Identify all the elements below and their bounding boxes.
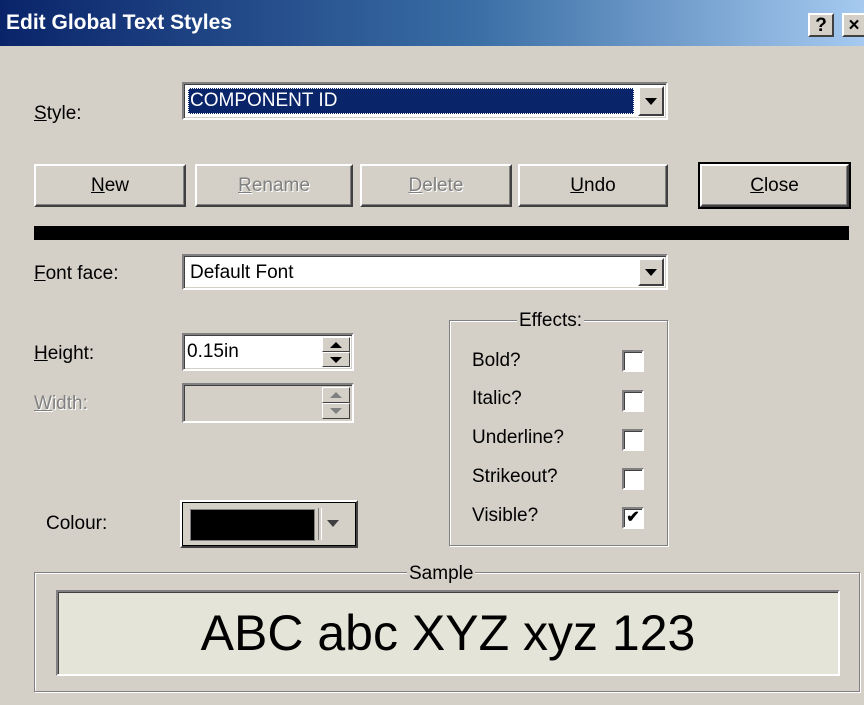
italic-checkbox[interactable]	[622, 390, 644, 412]
undo-button[interactable]: Undo	[518, 164, 668, 207]
style-dropdown-button[interactable]	[638, 86, 664, 116]
height-up-button[interactable]	[322, 337, 350, 352]
width-label: Width:	[34, 393, 88, 414]
arrow-up-icon	[330, 392, 342, 398]
italic-label: Italic?	[472, 388, 522, 409]
rename-button[interactable]: Rename	[195, 164, 353, 207]
window-close-button[interactable]: ×	[842, 13, 864, 37]
style-select-value: COMPONENT ID	[188, 88, 634, 114]
chevron-down-icon	[645, 97, 657, 105]
close-icon: ×	[848, 14, 860, 36]
height-spinner[interactable]	[322, 337, 350, 367]
height-label: Height:	[34, 343, 95, 364]
width-spinner[interactable]	[322, 387, 350, 419]
sample-title: Sample	[407, 563, 476, 585]
arrow-down-icon	[330, 408, 342, 414]
colour-swatch	[190, 509, 315, 541]
colour-divider	[318, 508, 322, 540]
separator-bar	[34, 226, 849, 240]
chevron-down-icon	[645, 268, 657, 276]
delete-button[interactable]: Delete	[360, 164, 512, 207]
font-face-value: Default Font	[190, 262, 294, 283]
bold-checkbox[interactable]	[622, 350, 644, 372]
font-face-select[interactable]: Default Font	[182, 254, 668, 290]
help-icon: ?	[815, 14, 827, 36]
underline-label: Underline?	[472, 427, 564, 448]
help-button[interactable]: ?	[808, 13, 834, 37]
new-button[interactable]: New	[34, 164, 186, 207]
height-input[interactable]: 0.15in	[182, 333, 354, 371]
width-down-button[interactable]	[322, 403, 350, 419]
height-down-button[interactable]	[322, 352, 350, 367]
close-button[interactable]: Close	[698, 162, 851, 209]
sample-text: ABC abc XYZ xyz 123	[200, 605, 696, 661]
style-label: Style:	[34, 103, 82, 124]
sample-preview: ABC abc XYZ xyz 123	[56, 590, 840, 676]
underline-checkbox[interactable]	[622, 429, 644, 451]
colour-picker-button[interactable]	[180, 500, 358, 548]
font-face-dropdown-button[interactable]	[638, 258, 664, 286]
arrow-down-icon	[330, 356, 342, 363]
checkmark-icon: ✔	[626, 509, 640, 526]
window-title: Edit Global Text Styles	[6, 11, 232, 34]
width-up-button[interactable]	[322, 387, 350, 403]
chevron-down-icon	[327, 520, 339, 527]
visible-checkbox[interactable]: ✔	[622, 507, 644, 529]
width-input[interactable]	[182, 383, 354, 423]
font-face-label: Font face:	[34, 263, 119, 284]
arrow-up-icon	[330, 341, 342, 348]
style-select[interactable]: COMPONENT ID	[182, 82, 668, 120]
title-bar[interactable]: Edit Global Text Styles ? ×	[0, 0, 864, 46]
height-value: 0.15in	[187, 341, 239, 362]
visible-label: Visible?	[472, 505, 539, 526]
strikeout-label: Strikeout?	[472, 466, 558, 487]
effects-title: Effects:	[517, 310, 585, 332]
strikeout-checkbox[interactable]	[622, 468, 644, 490]
bold-label: Bold?	[472, 350, 521, 371]
colour-label: Colour:	[46, 513, 108, 534]
